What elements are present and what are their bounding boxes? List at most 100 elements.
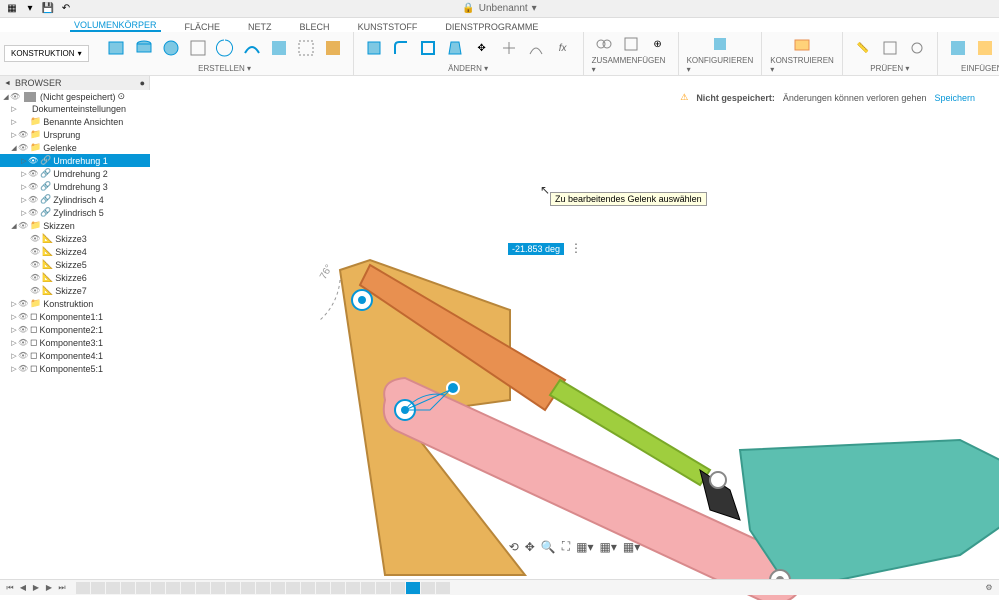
tree-komp4[interactable]: ▷👁◻Komponente4:1 — [0, 349, 150, 362]
tree-ursprung[interactable]: ▷👁📁Ursprung — [0, 128, 150, 141]
plane-icon[interactable] — [790, 32, 814, 56]
dropdown-icon[interactable]: ▾ — [532, 3, 537, 14]
tree-dokument[interactable]: ▷Dokumenteinstellungen — [0, 103, 150, 115]
app-menu-icon[interactable]: ▦ — [4, 2, 20, 16]
emboss-icon[interactable] — [321, 36, 345, 60]
revolve-icon[interactable] — [213, 36, 237, 60]
extrude-icon[interactable] — [186, 36, 210, 60]
tab-flaeche[interactable]: FLÄCHE — [181, 22, 225, 32]
viewport-icon[interactable]: ▦▾ — [623, 540, 640, 554]
timeline-item[interactable] — [136, 582, 150, 594]
sphere-icon[interactable] — [159, 36, 183, 60]
timeline-back-icon[interactable]: ◀ — [17, 582, 29, 594]
timeline-end-icon[interactable]: ⏭ — [56, 582, 68, 594]
tree-ansichten[interactable]: ▷📁Benannte Ansichten — [0, 115, 150, 128]
tree-skizze5[interactable]: 👁📐Skizze5 — [0, 258, 150, 271]
display-icon[interactable]: ▦▾ — [576, 540, 593, 554]
tree-skizze3[interactable]: 👁📐Skizze3 — [0, 232, 150, 245]
delete-icon[interactable] — [524, 36, 548, 60]
timeline-item[interactable] — [391, 582, 405, 594]
group-label-erstellen[interactable]: ERSTELLEN ▾ — [198, 64, 251, 73]
timeline-item[interactable] — [211, 582, 225, 594]
timeline-item[interactable] — [271, 582, 285, 594]
browser-options-icon[interactable]: ● — [140, 78, 145, 88]
parameters-icon[interactable]: fx — [551, 36, 575, 60]
timeline-item[interactable] — [91, 582, 105, 594]
timeline-item[interactable] — [181, 582, 195, 594]
group-label-einfuegen[interactable]: EINFÜGEN ▾ — [961, 64, 999, 73]
timeline-item[interactable] — [241, 582, 255, 594]
file-icon[interactable]: ▾ — [22, 2, 38, 16]
fillet-icon[interactable] — [389, 36, 413, 60]
timeline-item[interactable] — [346, 582, 360, 594]
tree-umdrehung2[interactable]: ▷👁🔗Umdrehung 2 — [0, 167, 150, 180]
tree-konstruktion[interactable]: ▷👁📁Konstruktion — [0, 297, 150, 310]
tree-zylindrisch5[interactable]: ▷👁🔗Zylindrisch 5 — [0, 206, 150, 219]
undo-icon[interactable]: ↶ — [58, 2, 74, 16]
joint-icon[interactable] — [592, 32, 616, 56]
shell-icon[interactable] — [416, 36, 440, 60]
insert-decal-icon[interactable] — [973, 36, 997, 60]
save-icon[interactable]: 💾 — [40, 2, 56, 16]
draft-icon[interactable] — [443, 36, 467, 60]
tab-kunststoff[interactable]: KUNSTSTOFF — [354, 22, 422, 32]
timeline-item[interactable] — [76, 582, 90, 594]
section-icon[interactable] — [878, 36, 902, 60]
zoom-icon[interactable]: 🔍 — [541, 540, 556, 554]
timeline-item[interactable] — [361, 582, 375, 594]
timeline-item-active[interactable] — [406, 582, 420, 594]
tab-blech[interactable]: BLECH — [296, 22, 334, 32]
save-link[interactable]: Speichern — [934, 93, 975, 103]
tree-komp1[interactable]: ▷👁◻Komponente1:1 — [0, 310, 150, 323]
timeline-item[interactable] — [421, 582, 435, 594]
value-menu-icon[interactable]: ⋮ — [570, 241, 582, 255]
joint-origin-icon[interactable]: ⊕ — [646, 32, 670, 56]
timeline-item[interactable] — [121, 582, 135, 594]
rib-icon[interactable] — [294, 36, 318, 60]
timeline-item[interactable] — [151, 582, 165, 594]
timeline-item[interactable] — [196, 582, 210, 594]
pan-icon[interactable]: ✥ — [525, 540, 535, 554]
tree-gelenke[interactable]: ◢👁📁Gelenke — [0, 141, 150, 154]
timeline-item[interactable] — [316, 582, 330, 594]
interference-icon[interactable] — [905, 36, 929, 60]
cylinder-icon[interactable] — [132, 36, 156, 60]
align-icon[interactable] — [497, 36, 521, 60]
fit-icon[interactable]: ⛶ — [562, 539, 570, 554]
tree-komp3[interactable]: ▷👁◻Komponente3:1 — [0, 336, 150, 349]
timeline-item[interactable] — [301, 582, 315, 594]
grid-icon[interactable]: ▦▾ — [600, 540, 617, 554]
orbit-icon[interactable]: ⟲ — [509, 540, 519, 554]
press-pull-icon[interactable] — [362, 36, 386, 60]
browser-header[interactable]: ◄ BROWSER ● — [0, 76, 150, 90]
tab-volumenkoerper[interactable]: VOLUMENKÖRPER — [70, 20, 161, 32]
tree-skizze4[interactable]: 👁📐Skizze4 — [0, 245, 150, 258]
timeline-item[interactable] — [166, 582, 180, 594]
timeline-item[interactable] — [376, 582, 390, 594]
tree-skizzen[interactable]: ◢👁📁Skizzen — [0, 219, 150, 232]
tree-komp2[interactable]: ▷👁◻Komponente2:1 — [0, 323, 150, 336]
timeline-item[interactable] — [286, 582, 300, 594]
tab-netz[interactable]: NETZ — [244, 22, 276, 32]
timeline-start-icon[interactable]: ⏮ — [4, 582, 16, 594]
tree-komp5[interactable]: ▷👁◻Komponente5:1 — [0, 362, 150, 375]
timeline-item[interactable] — [331, 582, 345, 594]
tree-umdrehung1[interactable]: ▷👁🔗Umdrehung 1 — [0, 154, 150, 167]
group-label-pruefen[interactable]: PRÜFEN ▾ — [870, 64, 909, 73]
move-icon[interactable]: ✥ — [470, 36, 494, 60]
as-built-joint-icon[interactable] — [619, 32, 643, 56]
insert-derive-icon[interactable] — [946, 36, 970, 60]
box-icon[interactable] — [105, 36, 129, 60]
tree-root[interactable]: ◢👁(Nicht gespeichert)⊙ — [0, 90, 150, 103]
viewport[interactable]: ⚠ Nicht gespeichert: Änderungen können v… — [150, 90, 999, 570]
measure-icon[interactable]: 📏 — [851, 36, 875, 60]
sweep-icon[interactable] — [240, 36, 264, 60]
timeline-item[interactable] — [436, 582, 450, 594]
configure-icon[interactable] — [708, 32, 732, 56]
angle-value-box[interactable]: -21.853 deg — [508, 243, 564, 255]
group-label-zusammenfuegen[interactable]: ZUSAMMENFÜGEN ▾ — [592, 56, 670, 74]
collapse-icon[interactable]: ◄ — [4, 80, 11, 87]
loft-icon[interactable] — [267, 36, 291, 60]
tree-zylindrisch4[interactable]: ▷👁🔗Zylindrisch 4 — [0, 193, 150, 206]
timeline-fwd-icon[interactable]: ▶ — [43, 582, 55, 594]
